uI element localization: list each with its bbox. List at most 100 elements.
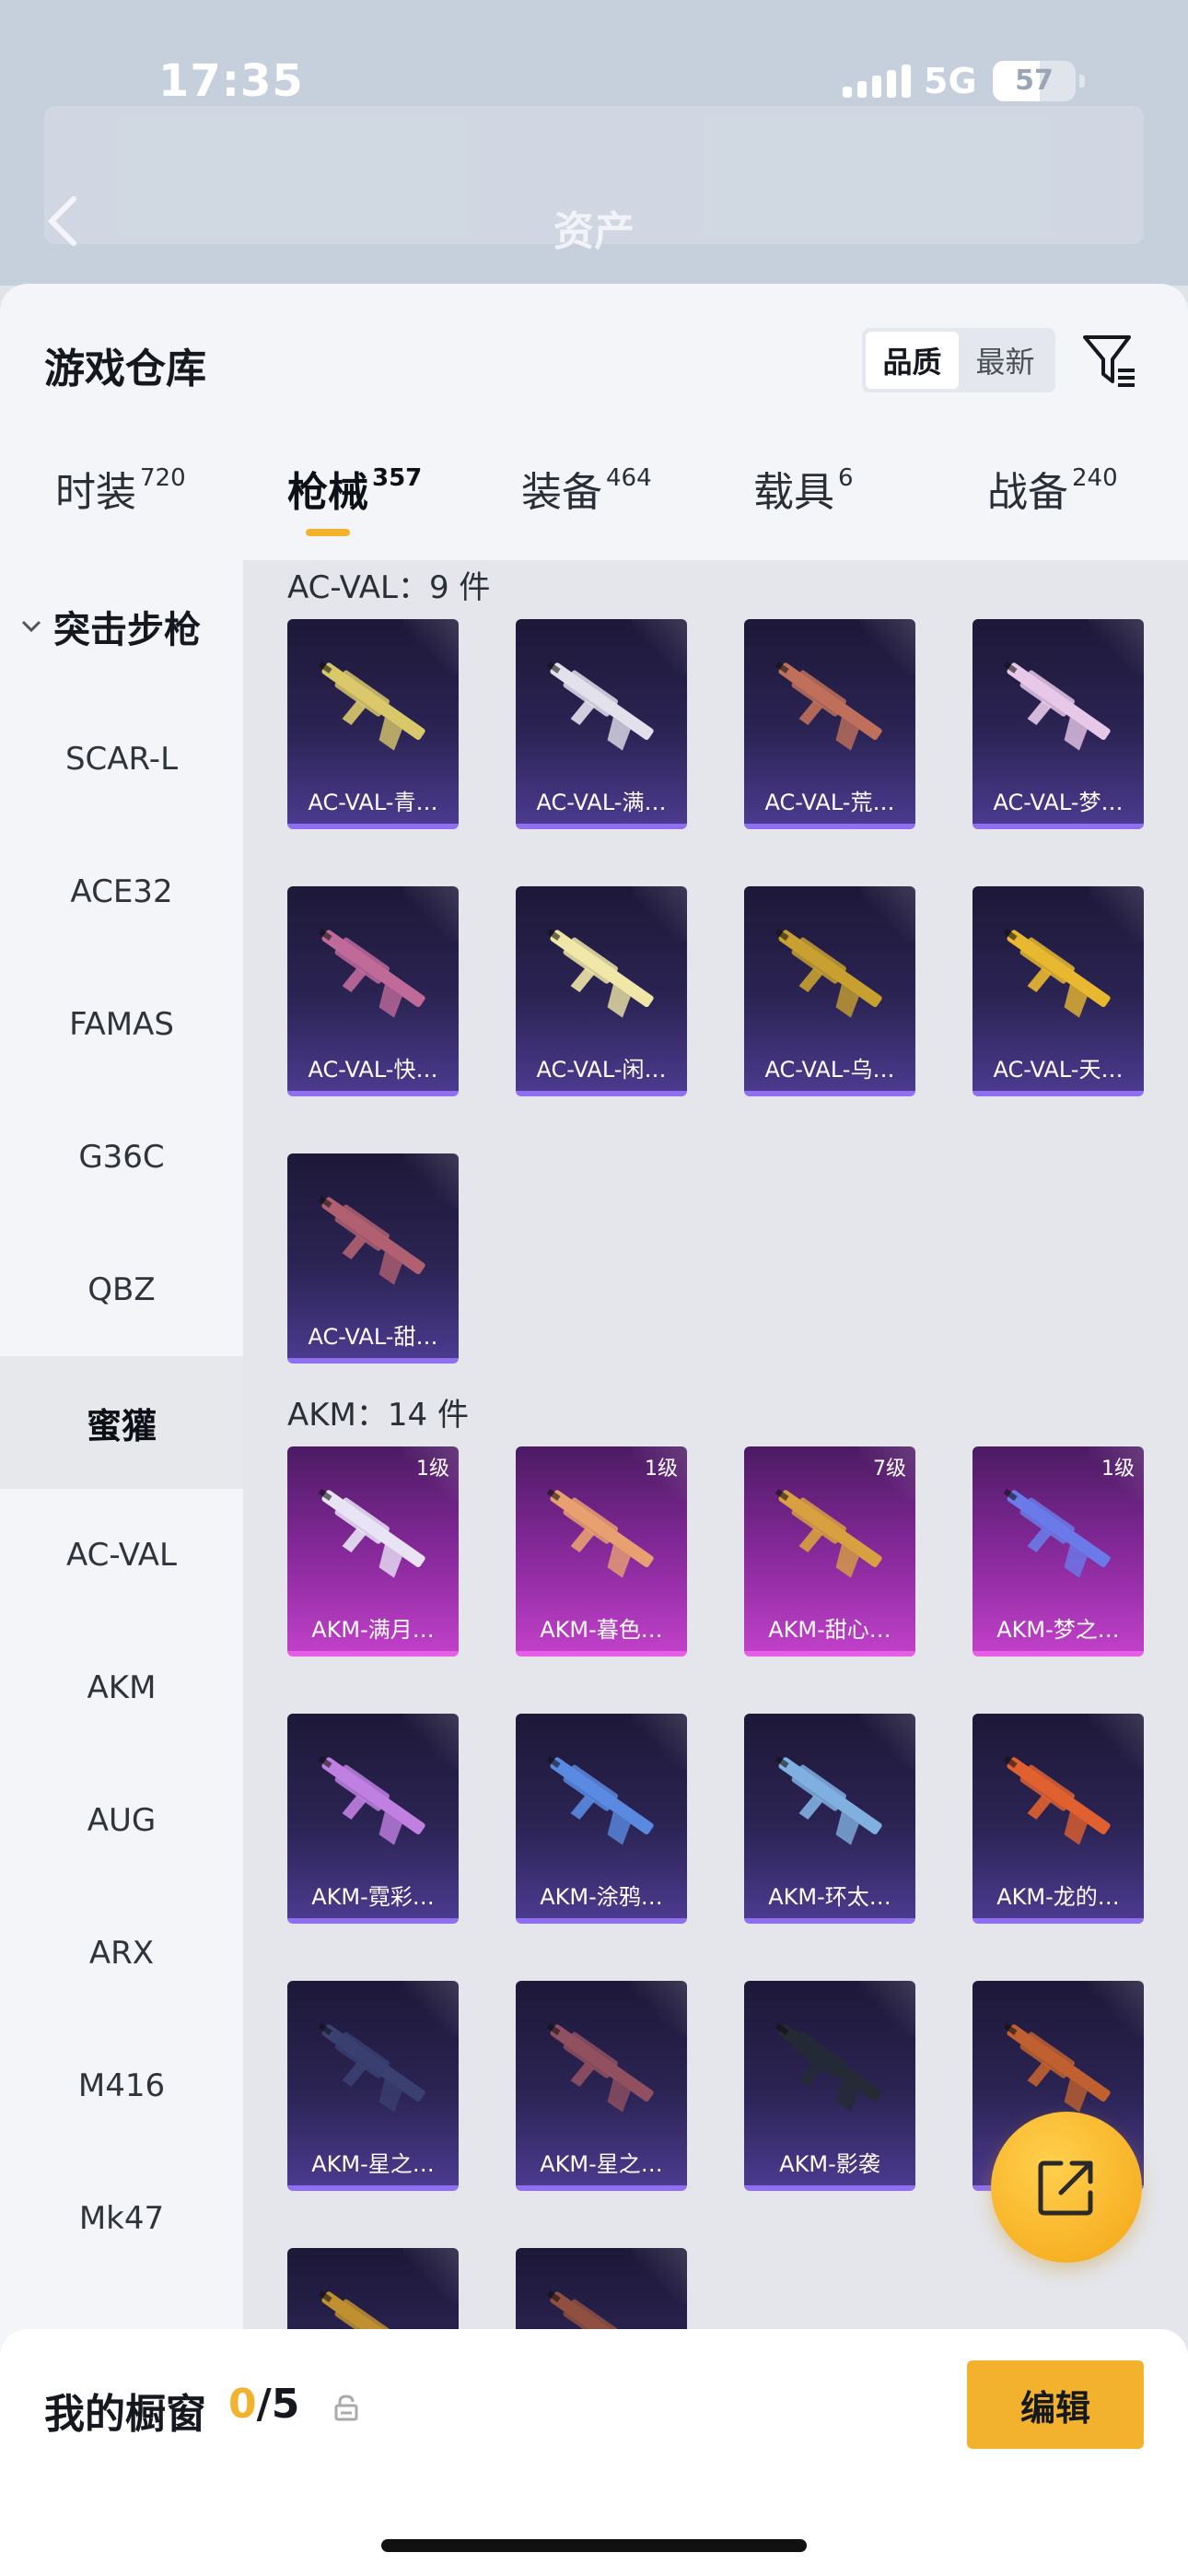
weapon-name: AC-VAL-荒… <box>764 790 895 815</box>
weapon-skin-image <box>318 928 425 1018</box>
weapon-skin-image <box>318 2022 425 2113</box>
sidebar-item[interactable]: AKM <box>0 1622 243 1754</box>
weapon-name: AC-VAL-闲… <box>536 1057 667 1083</box>
weapon-skin-image <box>1003 661 1111 751</box>
lock-icon <box>334 2395 358 2421</box>
sidebar-item[interactable]: ARX <box>0 1887 243 2020</box>
sidebar-item[interactable]: G36C <box>0 1091 243 1224</box>
battery-icon: 57 <box>993 61 1076 101</box>
edit-button[interactable]: 编辑 <box>967 2360 1144 2449</box>
weapon-card[interactable]: AKM-涂鸦… <box>516 1714 687 1924</box>
signal-icon <box>843 64 911 98</box>
weapon-name: AKM-梦之… <box>996 1617 1120 1643</box>
weapon-skin-image <box>1003 1488 1111 1578</box>
tab-firearms[interactable]: 枪械 357 <box>287 459 422 560</box>
weapon-name: AC-VAL-青… <box>308 790 438 815</box>
weapon-card[interactable]: AKM-环太… <box>744 1714 915 1924</box>
weapon-skin-image <box>775 1488 882 1578</box>
tab-vehicles[interactable]: 载具 6 <box>753 459 854 560</box>
sidebar-item[interactable]: Mk47 <box>0 2152 243 2285</box>
weapon-card[interactable]: AC-VAL-满… <box>516 619 687 829</box>
category-tabs: 时装 720 枪械 357 装备 464 载具 6 战备 240 <box>0 459 1188 560</box>
sidebar-group-assault-rifles[interactable]: 突击步枪 <box>0 560 243 693</box>
skin-level: 1级 <box>416 1458 449 1481</box>
weapon-card[interactable]: AKM-星之… <box>516 1981 687 2191</box>
weapon-name: AKM-星之… <box>540 2151 663 2177</box>
weapon-skin-image <box>775 1755 882 1845</box>
weapon-card[interactable]: AC-VAL-青… <box>287 619 459 829</box>
weapon-name: AC-VAL-快… <box>308 1057 438 1083</box>
sidebar-item[interactable]: AUG <box>0 1754 243 1887</box>
weapon-card[interactable]: AC-VAL-荒… <box>744 619 915 829</box>
share-icon <box>1038 2160 1093 2216</box>
share-fab[interactable] <box>991 2112 1142 2263</box>
home-indicator <box>381 2539 807 2552</box>
weapon-name: AC-VAL-乌… <box>764 1057 895 1083</box>
sidebar-item[interactable]: M416 <box>0 2020 243 2152</box>
weapon-skin-image <box>546 1488 654 1578</box>
weapon-card[interactable]: 1级 AKM-暮色… <box>516 1446 687 1657</box>
filter-icon <box>1083 335 1135 387</box>
weapon-card[interactable]: 1级 AKM-梦之… <box>973 1446 1144 1657</box>
weapon-name: AC-VAL-满… <box>536 790 667 815</box>
weapon-card[interactable]: AC-VAL-天… <box>973 886 1144 1096</box>
skin-level: 1级 <box>1101 1458 1135 1481</box>
sidebar-group-label: 突击步枪 <box>53 609 201 651</box>
weapon-card[interactable]: AKM-龙的… <box>973 1714 1144 1924</box>
weapon-name: AKM-满月… <box>311 1617 435 1643</box>
weapon-card[interactable]: AKM-影袭 <box>744 1981 915 2191</box>
sidebar-item[interactable]: QBZ <box>0 1224 243 1356</box>
chevron-down-icon <box>21 620 41 633</box>
tab-supplies[interactable]: 战备 240 <box>987 459 1118 560</box>
weapon-name: AC-VAL-甜… <box>308 1324 438 1350</box>
sort-newest[interactable]: 最新 <box>959 332 1052 389</box>
weapon-card[interactable]: 7级 AKM-甜心… <box>744 1446 915 1657</box>
battery-percent: 57 <box>1015 64 1054 97</box>
sidebar-item[interactable]: 蜜獾 <box>0 1356 243 1489</box>
item-grid: AC-VAL：9 件 AC-VAL-青… AC-VAL-满… AC-VAL-荒… AC-… <box>243 560 1188 2576</box>
skin-level: 1级 <box>645 1458 678 1481</box>
tab-equipment[interactable]: 装备 464 <box>521 459 652 560</box>
status-time: 17:35 <box>158 55 304 107</box>
weapon-card[interactable]: AC-VAL-甜… <box>287 1153 459 1364</box>
section-label: AKM：14 件 <box>287 1397 469 1434</box>
background-header: 17:35 5G 57 资产 <box>0 0 1188 286</box>
weapon-card[interactable]: AC-VAL-梦… <box>973 619 1144 829</box>
weapon-skin-image <box>318 661 425 751</box>
weapon-skin-image <box>775 661 882 751</box>
showcase-count: 0/5 <box>228 2381 300 2428</box>
weapon-card[interactable]: AC-VAL-快… <box>287 886 459 1096</box>
weapon-skin-image <box>775 2022 882 2113</box>
weapon-card[interactable]: AKM-星之… <box>287 1981 459 2191</box>
weapon-skin-image <box>775 928 882 1018</box>
battery-tip <box>1079 75 1085 88</box>
weapon-skin-image <box>546 928 654 1018</box>
weapon-card[interactable]: 1级 AKM-满月… <box>287 1446 459 1657</box>
weapon-skin-image <box>546 1755 654 1845</box>
weapon-skin-image <box>1003 2022 1111 2113</box>
sort-toggle: 品质 最新 <box>862 328 1055 392</box>
weapon-card[interactable]: AC-VAL-闲… <box>516 886 687 1096</box>
nav-title: 资产 <box>553 208 635 255</box>
tab-active-indicator <box>306 529 350 536</box>
sidebar-item[interactable]: ACE32 <box>0 825 243 958</box>
sidebar-item[interactable]: SCAR-L <box>0 693 243 825</box>
sheet-title: 游戏仓库 <box>44 345 206 392</box>
weapon-name: AKM-环太… <box>768 1884 891 1910</box>
skin-level: 7级 <box>873 1458 906 1481</box>
weapon-skin-image <box>318 1488 425 1578</box>
sidebar-item[interactable]: FAMAS <box>0 958 243 1091</box>
weapon-name: AC-VAL-天… <box>993 1057 1124 1083</box>
sort-quality[interactable]: 品质 <box>866 332 959 389</box>
weapon-name: AKM-星之… <box>311 2151 435 2177</box>
weapon-skin-image <box>318 1195 425 1285</box>
weapon-skin-image <box>1003 1755 1111 1845</box>
weapon-name: AKM-影袭 <box>779 2151 880 2177</box>
filter-button[interactable] <box>1077 328 1142 392</box>
weapon-skin-image <box>546 2022 654 2113</box>
showcase-label: 我的橱窗 <box>44 2391 206 2438</box>
sidebar-item[interactable]: AC-VAL <box>0 1489 243 1622</box>
weapon-card[interactable]: AC-VAL-乌… <box>744 886 915 1096</box>
tab-fashion[interactable]: 时装 720 <box>55 459 186 560</box>
weapon-card[interactable]: AKM-霓彩… <box>287 1714 459 1924</box>
